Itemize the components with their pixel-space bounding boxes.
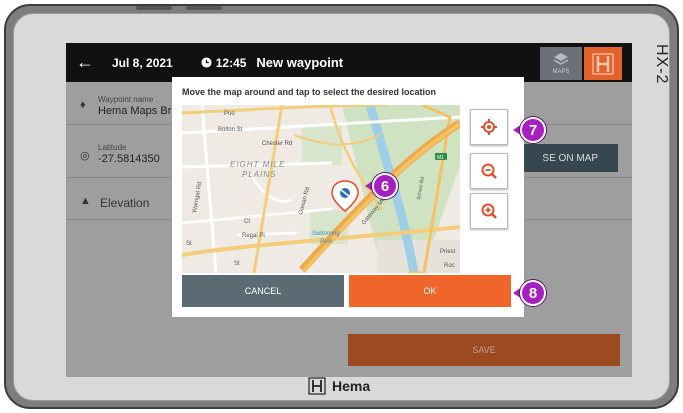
map-view[interactable]: M1 Poo Bolton St Chester Rd EIGHT MILE P… [182,105,460,273]
map-label-swimming: Swimming [312,231,340,237]
callout-6-badge: 6 [372,173,398,199]
waypoint-name-label: Waypoint name [98,95,154,104]
clock-icon [201,57,212,68]
callout-8-badge: 8 [520,280,546,306]
maps-layers-button[interactable]: MAPS [540,47,582,80]
volume-button [136,6,172,10]
zoom-out-icon [481,163,497,179]
save-button[interactable]: SAVE [348,334,620,366]
cancel-button[interactable]: CANCEL [182,275,344,307]
waypoint-name-value[interactable]: Hema Maps Bris [98,105,179,117]
latitude-value[interactable]: -27.5814350 [98,153,160,165]
crosshair-icon [481,119,497,135]
page-title: New waypoint [256,55,344,70]
back-arrow-icon[interactable]: ← [76,52,98,73]
elevation-label[interactable]: Elevation [100,196,149,210]
map-label-priest: Priest [440,249,456,255]
map-label-bolton: Bolton St [218,127,243,133]
map-label-eight-mile: EIGHT MILE [230,160,285,169]
mountain-icon: ▲ [80,195,91,207]
tag-icon: ♦ [80,99,86,111]
power-button [186,6,222,10]
map-label-st1: St [186,241,192,247]
callout-7-badge: 7 [520,117,546,143]
map-label-chester: Chester Rd [262,141,292,147]
map-label-plains: PLAINS [242,170,276,179]
zoom-in-icon [481,203,497,219]
locate-button[interactable] [470,109,508,145]
map-label-poo: Poo [224,111,235,117]
map-label-m1: M1 [437,155,444,161]
maps-label: MAPS [552,69,570,75]
map-label-ct: Ct [244,219,250,225]
device-model-label: HX-2 [653,44,670,85]
clock: 12:45 [201,55,247,70]
map-label-roc: Roc [444,263,455,269]
globe-icon: ◎ [80,150,90,162]
latitude-label: Latitude [98,143,127,152]
map-label-regal: Regal Pl [242,233,265,239]
hema-logo-icon [592,52,614,75]
ok-button[interactable]: OK [349,275,511,307]
hema-logo-icon [308,377,326,395]
location-picker-dialog: Move the map around and tap to select th… [172,77,524,317]
time-text: 12:45 [215,55,247,70]
map-canvas[interactable]: M1 Poo Bolton St Chester Rd EIGHT MILE P… [182,105,460,273]
zoom-out-button[interactable] [470,153,508,189]
map-label-pool: Pool [320,239,333,245]
hema-home-button[interactable] [584,47,622,80]
layers-icon [553,53,569,65]
dialog-title: Move the map around and tap to select th… [182,87,437,97]
date-text: Jul 8, 2021 [112,55,173,70]
zoom-in-button[interactable] [470,193,508,229]
device-brand: Hema [308,377,370,395]
map-label-st2: St [234,261,240,267]
device-brand-label: Hema [332,378,371,394]
